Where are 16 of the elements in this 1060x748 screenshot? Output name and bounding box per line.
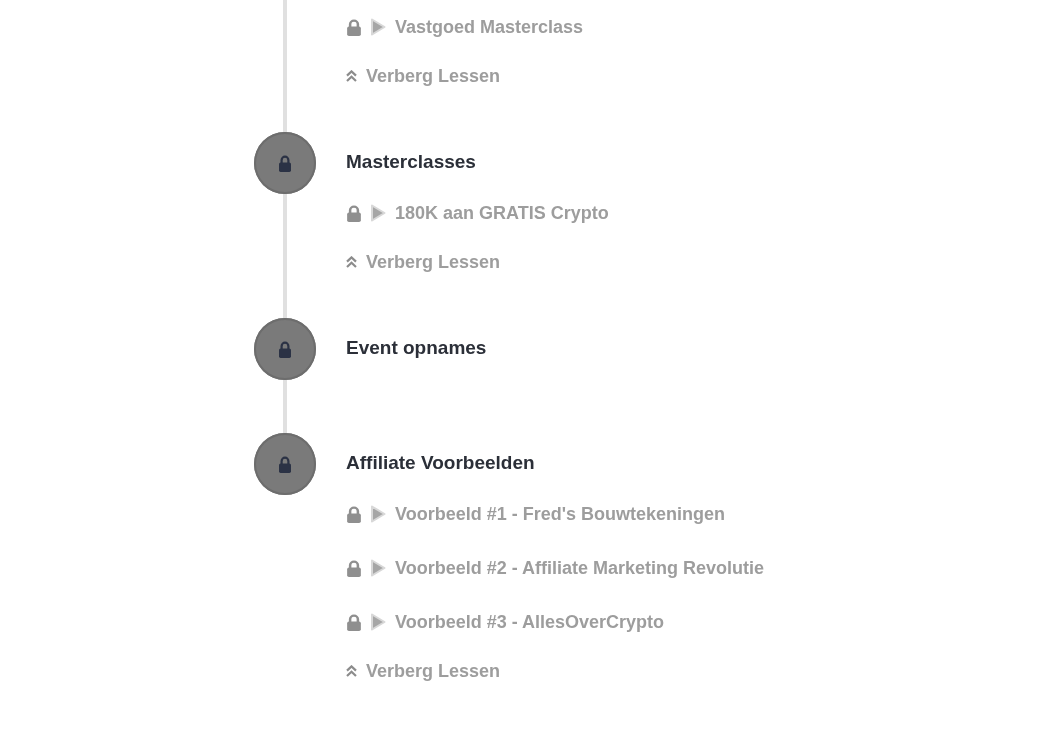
section-title: Event opnames (346, 336, 487, 360)
play-icon (370, 18, 386, 36)
lesson-link[interactable]: Vastgoed Masterclass (395, 16, 584, 38)
section-title: Masterclasses (346, 150, 476, 174)
play-icon (370, 204, 386, 222)
lesson-link[interactable]: 180K aan GRATIS Crypto (395, 202, 609, 224)
play-icon (370, 613, 386, 631)
lesson-link[interactable]: Voorbeeld #1 - Fred's Bouwtekeningen (395, 503, 725, 525)
hide-lessons-link[interactable]: Verberg Lessen (346, 240, 501, 284)
play-icon (370, 505, 386, 523)
lesson-link[interactable]: Voorbeeld #3 - AllesOverCrypto (395, 611, 665, 633)
hide-lessons-link[interactable]: Verberg Lessen (346, 649, 501, 693)
section-title: Affiliate Voorbeelden (346, 451, 535, 475)
play-icon (370, 559, 386, 577)
lesson-link[interactable]: Voorbeeld #2 - Affiliate Marketing Revolutie (395, 557, 765, 579)
hide-lessons-link[interactable]: Verberg Lessen (346, 54, 501, 98)
